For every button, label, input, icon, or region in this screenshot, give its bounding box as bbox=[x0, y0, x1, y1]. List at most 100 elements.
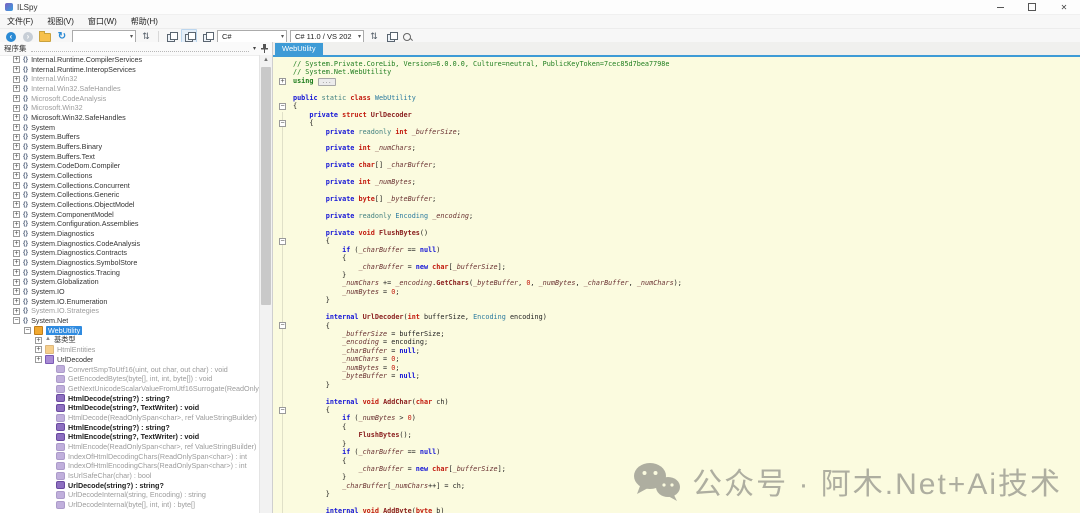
expander-icon[interactable]: + bbox=[13, 279, 20, 286]
tree-item[interactable]: +{}Microsoft.CodeAnalysis bbox=[0, 94, 260, 104]
menu-item-2[interactable]: 窗口(W) bbox=[81, 15, 124, 28]
tree-item[interactable]: +{}System.ComponentModel bbox=[0, 210, 260, 220]
tree-item[interactable]: IsUrlSafeChar(char) : bool bbox=[0, 471, 260, 481]
expander-icon[interactable]: + bbox=[13, 114, 20, 121]
tree-item[interactable]: +▲基类型 bbox=[0, 335, 260, 345]
tree-item[interactable]: +{}System.CodeDom.Compiler bbox=[0, 161, 260, 171]
fold-marker-icon[interactable]: − bbox=[279, 120, 286, 127]
tree-item[interactable]: +{}System.Diagnostics.SymbolStore bbox=[0, 258, 260, 268]
expander-icon[interactable]: + bbox=[13, 201, 20, 208]
tab-webutility[interactable]: WebUtility bbox=[275, 43, 323, 55]
expander-icon[interactable]: + bbox=[13, 221, 20, 228]
tree-item[interactable]: +{}System.IO.Enumeration bbox=[0, 297, 260, 307]
expander-icon[interactable]: + bbox=[13, 76, 20, 83]
expander-icon[interactable]: − bbox=[13, 317, 20, 324]
tree-item[interactable]: +{}System.Diagnostics.Contracts bbox=[0, 248, 260, 258]
tree-item[interactable]: +{}System.Globalization bbox=[0, 277, 260, 287]
expander-icon[interactable]: + bbox=[35, 337, 42, 344]
tree-item[interactable]: +{}System.Buffers.Binary bbox=[0, 142, 260, 152]
expander-icon[interactable]: + bbox=[13, 124, 20, 131]
expander-icon[interactable]: + bbox=[13, 95, 20, 102]
tree-item[interactable]: GetNextUnicodeScalarValueFromUtf16Surrog… bbox=[0, 384, 260, 394]
decompiled-code-view[interactable]: // System.Private.CoreLib, Version=6.0.0… bbox=[273, 57, 1080, 513]
tree-item[interactable]: +{}Internal.Win32 bbox=[0, 74, 260, 84]
tree-item[interactable]: +{}System.Collections.Concurrent bbox=[0, 181, 260, 191]
expander-icon[interactable]: + bbox=[13, 182, 20, 189]
expander-icon[interactable]: + bbox=[13, 211, 20, 218]
tree-item[interactable]: +{}System.Collections bbox=[0, 171, 260, 181]
tree-item[interactable]: +UrlDecoder bbox=[0, 355, 260, 365]
fold-marker-icon[interactable]: − bbox=[279, 238, 286, 245]
fold-marker-icon[interactable]: − bbox=[279, 407, 286, 414]
tree-item[interactable]: +{}Internal.Runtime.InteropServices bbox=[0, 65, 260, 75]
fold-marker-icon[interactable]: − bbox=[279, 103, 286, 110]
tree-item[interactable]: UrlDecodeInternal(string, Encoding) : st… bbox=[0, 490, 260, 500]
tree-item[interactable]: HtmlDecode(string?) : string? bbox=[0, 394, 260, 404]
tree-item[interactable]: +{}System.Collections.Generic bbox=[0, 190, 260, 200]
tree-item[interactable]: ConvertSmpToUtf16(uint, out char, out ch… bbox=[0, 365, 260, 375]
expander-icon[interactable]: + bbox=[13, 56, 20, 63]
tree-item[interactable]: HtmlDecode(string?, TextWriter) : void bbox=[0, 403, 260, 413]
tree-item[interactable]: +{}Microsoft.Win32.SafeHandles bbox=[0, 113, 260, 123]
expander-icon[interactable]: + bbox=[13, 230, 20, 237]
tree-item[interactable]: +{}System.IO.Strategies bbox=[0, 306, 260, 316]
tree-item[interactable]: GetEncodedBytes(byte[], int, int, byte[]… bbox=[0, 374, 260, 384]
tree-item[interactable]: +HtmlEntities bbox=[0, 345, 260, 355]
menu-item-3[interactable]: 帮助(H) bbox=[124, 15, 165, 28]
scroll-up-icon[interactable]: ▲ bbox=[260, 55, 272, 65]
tree-item[interactable]: +{}Internal.Win32.SafeHandles bbox=[0, 84, 260, 94]
tree-item[interactable]: HtmlEncode(string?, TextWriter) : void bbox=[0, 432, 260, 442]
expander-icon[interactable]: + bbox=[13, 134, 20, 141]
tree-scrollbar[interactable]: ▲ bbox=[259, 55, 272, 513]
expander-icon[interactable]: + bbox=[13, 259, 20, 266]
tree-item[interactable]: UrlDecodeInternal(byte[], int, int) : by… bbox=[0, 500, 260, 510]
tree-item[interactable]: +{}Microsoft.Win32 bbox=[0, 103, 260, 113]
tree-scrollbar-thumb[interactable] bbox=[261, 67, 271, 305]
expander-icon[interactable]: + bbox=[13, 192, 20, 199]
code-line: // System.Net.WebUtility bbox=[293, 68, 1080, 76]
expander-icon[interactable]: + bbox=[35, 356, 42, 363]
expander-icon[interactable]: + bbox=[13, 66, 20, 73]
expander-icon[interactable]: + bbox=[13, 269, 20, 276]
tree-item[interactable]: HtmlDecode(ReadOnlySpan<char>, ref Value… bbox=[0, 413, 260, 423]
tree-item[interactable]: −{}System.Net bbox=[0, 316, 260, 326]
tree-item[interactable]: +{}System.Diagnostics.Tracing bbox=[0, 268, 260, 278]
close-button[interactable]: ✕ bbox=[1048, 0, 1080, 14]
tree-item[interactable]: IndexOfHtmlEncodingChars(ReadOnlySpan<ch… bbox=[0, 461, 260, 471]
tree-item[interactable]: +{}System.Buffers bbox=[0, 132, 260, 142]
expander-icon[interactable]: + bbox=[13, 105, 20, 112]
tree-item[interactable]: UrlDecode(string?) : string? bbox=[0, 481, 260, 491]
expander-icon[interactable]: + bbox=[13, 153, 20, 160]
expander-icon[interactable]: + bbox=[13, 250, 20, 257]
tree-item[interactable]: IndexOfHtmlDecodingChars(ReadOnlySpan<ch… bbox=[0, 452, 260, 462]
minimize-button[interactable] bbox=[984, 0, 1016, 14]
expander-icon[interactable]: + bbox=[13, 85, 20, 92]
expander-icon[interactable]: + bbox=[35, 346, 42, 353]
expander-icon[interactable]: + bbox=[13, 298, 20, 305]
menu-item-1[interactable]: 视图(V) bbox=[40, 15, 81, 28]
tree-item[interactable]: +{}System.Collections.ObjectModel bbox=[0, 200, 260, 210]
tree-item[interactable]: +{}System.Buffers.Text bbox=[0, 152, 260, 162]
menu-item-0[interactable]: 文件(F) bbox=[0, 15, 40, 28]
tree-item[interactable]: HtmlEncode(string?) : string? bbox=[0, 423, 260, 433]
expander-icon[interactable]: + bbox=[13, 172, 20, 179]
tree-item[interactable]: +{}System.Diagnostics bbox=[0, 229, 260, 239]
expander-icon[interactable]: + bbox=[13, 288, 20, 295]
tree-item[interactable]: HtmlEncode(ReadOnlySpan<char>, ref Value… bbox=[0, 442, 260, 452]
tree-item[interactable]: +{}System.IO bbox=[0, 287, 260, 297]
expander-icon[interactable]: − bbox=[24, 327, 31, 334]
tree-item[interactable]: +{}System bbox=[0, 123, 260, 133]
chevron-down-icon[interactable]: ▾ bbox=[253, 45, 256, 52]
tree-item[interactable]: +{}System.Diagnostics.CodeAnalysis bbox=[0, 239, 260, 249]
tree-item[interactable]: −WebUtility bbox=[0, 326, 260, 336]
maximize-button[interactable] bbox=[1016, 0, 1048, 14]
tree-item[interactable]: +{}System.Configuration.Assemblies bbox=[0, 219, 260, 229]
expander-icon[interactable]: + bbox=[13, 143, 20, 150]
expander-icon[interactable]: + bbox=[13, 308, 20, 315]
expander-icon[interactable]: + bbox=[13, 163, 20, 170]
fold-marker-icon[interactable]: + bbox=[279, 78, 286, 85]
tree-item[interactable]: +{}Internal.Runtime.CompilerServices bbox=[0, 55, 260, 65]
expander-icon[interactable]: + bbox=[13, 240, 20, 247]
fold-marker-icon[interactable]: − bbox=[279, 322, 286, 329]
pin-icon[interactable] bbox=[261, 44, 268, 53]
